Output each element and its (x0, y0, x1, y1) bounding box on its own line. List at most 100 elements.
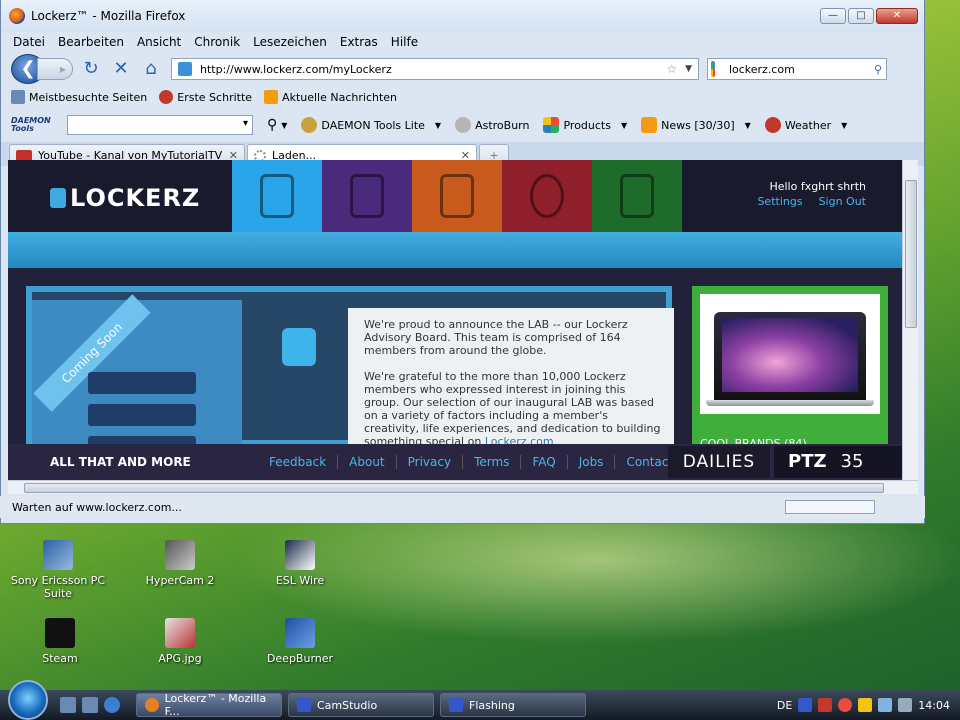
taskbar-button-flashing[interactable]: Flashing (440, 693, 586, 717)
people-icon (530, 174, 564, 218)
daemon-search-combo[interactable] (67, 115, 253, 135)
tray-icon[interactable] (818, 698, 833, 712)
magnifier-icon: ⚲ (267, 117, 278, 133)
menu-ansicht[interactable]: Ansicht (131, 35, 188, 49)
menu-bearbeiten[interactable]: Bearbeiten (52, 35, 131, 49)
menu-lesezeichen[interactable]: Lesezeichen (247, 35, 334, 49)
dailies-button[interactable]: DAILIES (668, 446, 770, 478)
nav-tile-social[interactable] (502, 160, 592, 232)
footer-links: Feedback About Privacy Terms FAQ Jobs Co… (258, 455, 684, 469)
desktop-icon-hypercam[interactable]: HyperCam 2 (130, 540, 230, 587)
nav-tile-tv[interactable] (412, 160, 502, 232)
url-dropdown-icon[interactable]: ▼ (685, 64, 692, 74)
taskbar-button-firefox[interactable]: Lockerz™ - Mozilla F... (136, 692, 282, 718)
desktop-icon-sony-ericsson[interactable]: Sony Ericsson PC Suite (8, 540, 108, 600)
ptz-value: 35 (840, 451, 864, 472)
blue-band (8, 232, 902, 268)
deepburner-icon (285, 618, 315, 648)
reload-icon[interactable]: ↻ (79, 57, 103, 81)
daemon-tools-logo[interactable]: DAEMON Tools (11, 117, 61, 133)
forward-button[interactable]: ▸ (37, 58, 73, 80)
status-text: Warten auf www.lockerz.com... (12, 500, 182, 514)
announcement-paragraph-1: We're proud to announce the LAB -- our L… (364, 318, 628, 357)
minimize-button[interactable]: — (820, 8, 846, 24)
taskbar-button-camstudio[interactable]: CamStudio (288, 693, 434, 717)
title-bar[interactable]: Lockerz™ - Mozilla Firefox — □ ✕ (1, 0, 924, 32)
ptz-counter[interactable]: PTZ 35 (774, 446, 902, 478)
nav-tile-locker[interactable] (232, 160, 322, 232)
desktop-icon-steam[interactable]: Steam (10, 618, 110, 665)
tray-icon[interactable] (858, 698, 873, 712)
url-input[interactable] (200, 62, 667, 76)
home-icon[interactable]: ⌂ (139, 57, 163, 81)
desktop-icon-apg[interactable]: APG.jpg (130, 618, 230, 665)
menu-chronik[interactable]: Chronik (188, 35, 247, 49)
footer-link-feedback[interactable]: Feedback (258, 455, 337, 469)
clock[interactable]: 14:04 (918, 699, 950, 712)
nav-tile-ptz[interactable] (592, 160, 682, 232)
toolbar-products[interactable]: Products ▼ (543, 117, 627, 133)
maximize-button[interactable]: □ (848, 8, 874, 24)
horizontal-scrollbar[interactable] (8, 480, 918, 494)
bookmark-star-icon[interactable]: ☆ (666, 62, 677, 76)
taskbar: Lockerz™ - Mozilla F... CamStudio Flashi… (0, 680, 960, 720)
switch-windows-icon[interactable] (82, 697, 98, 713)
toolbar-news[interactable]: News [30/30] ▼ (641, 117, 751, 133)
announcement-panel: Coming Soon We're proud to announce the … (26, 286, 674, 458)
url-bar[interactable]: ☆ ▼ (171, 58, 699, 80)
menu-hilfe[interactable]: Hilfe (385, 35, 425, 49)
menu-datei[interactable]: Datei (7, 35, 52, 49)
toolbar-search-button[interactable]: ⚲ ▼ (267, 117, 287, 133)
placeholder-bar (88, 372, 196, 394)
close-button[interactable]: ✕ (876, 8, 918, 24)
search-input[interactable] (728, 62, 874, 76)
menu-extras[interactable]: Extras (334, 35, 385, 49)
footer-link-about[interactable]: About (337, 455, 395, 469)
ptz-icon (620, 174, 654, 218)
scroll-thumb[interactable] (24, 483, 884, 493)
start-button[interactable] (8, 680, 48, 720)
desktop-icon-deepburner[interactable]: DeepBurner (250, 618, 350, 665)
footer-link-jobs[interactable]: Jobs (566, 455, 615, 469)
tray-icon[interactable] (798, 698, 813, 712)
bookmark-latest-news[interactable]: Aktuelle Nachrichten (264, 90, 397, 104)
toolbar-astroburn[interactable]: AstroBurn (455, 117, 529, 133)
nav-tile-shop[interactable] (322, 160, 412, 232)
footer-link-terms[interactable]: Terms (462, 455, 520, 469)
vertical-scrollbar[interactable] (902, 160, 918, 480)
toolbar-weather[interactable]: Weather ▼ (764, 117, 847, 133)
desktop-icon-esl-wire[interactable]: ESL Wire (250, 540, 350, 587)
search-icon[interactable]: ⚲ (874, 63, 882, 76)
lockerz-logo[interactable]: LOCKERZ (50, 184, 200, 212)
google-icon[interactable] (711, 61, 715, 77)
dropdown-icon: ▼ (620, 120, 628, 130)
stop-icon[interactable]: ✕ (109, 57, 133, 81)
bookmark-getting-started[interactable]: Erste Schritte (159, 90, 252, 104)
sign-out-link[interactable]: Sign Out (819, 195, 866, 208)
volume-icon[interactable] (898, 698, 913, 712)
most-visited-icon (11, 90, 25, 104)
laptop-base (706, 400, 874, 406)
show-desktop-icon[interactable] (60, 697, 76, 713)
site-favicon (178, 62, 192, 76)
scroll-thumb[interactable] (905, 180, 917, 328)
bookmark-most-visited[interactable]: Meistbesuchte Seiten (11, 90, 147, 104)
settings-link[interactable]: Settings (757, 195, 802, 208)
network-icon[interactable] (878, 698, 893, 712)
toolbar-daemon-tools-lite[interactable]: DAEMON Tools Lite ▼ (301, 117, 441, 133)
dropdown-icon: ▼ (434, 120, 442, 130)
steam-icon (45, 618, 75, 648)
laptop-image (700, 294, 880, 414)
cool-brands-card[interactable]: COOL BRANDS (84) (692, 286, 888, 450)
tray-icon[interactable] (838, 698, 853, 712)
lockerz-badge-icon (282, 328, 316, 366)
firefox-bookmark-icon (159, 90, 174, 104)
internet-explorer-icon[interactable] (104, 697, 120, 713)
firefox-icon (9, 8, 25, 24)
bookmarks-toolbar: Meistbesuchte Seiten Erste Schritte Aktu… (1, 86, 924, 108)
footer-link-privacy[interactable]: Privacy (395, 455, 462, 469)
language-indicator[interactable]: DE (777, 699, 792, 712)
camstudio-icon (297, 698, 311, 712)
footer-link-faq[interactable]: FAQ (520, 455, 566, 469)
search-bar[interactable]: ⚲ (707, 58, 887, 80)
